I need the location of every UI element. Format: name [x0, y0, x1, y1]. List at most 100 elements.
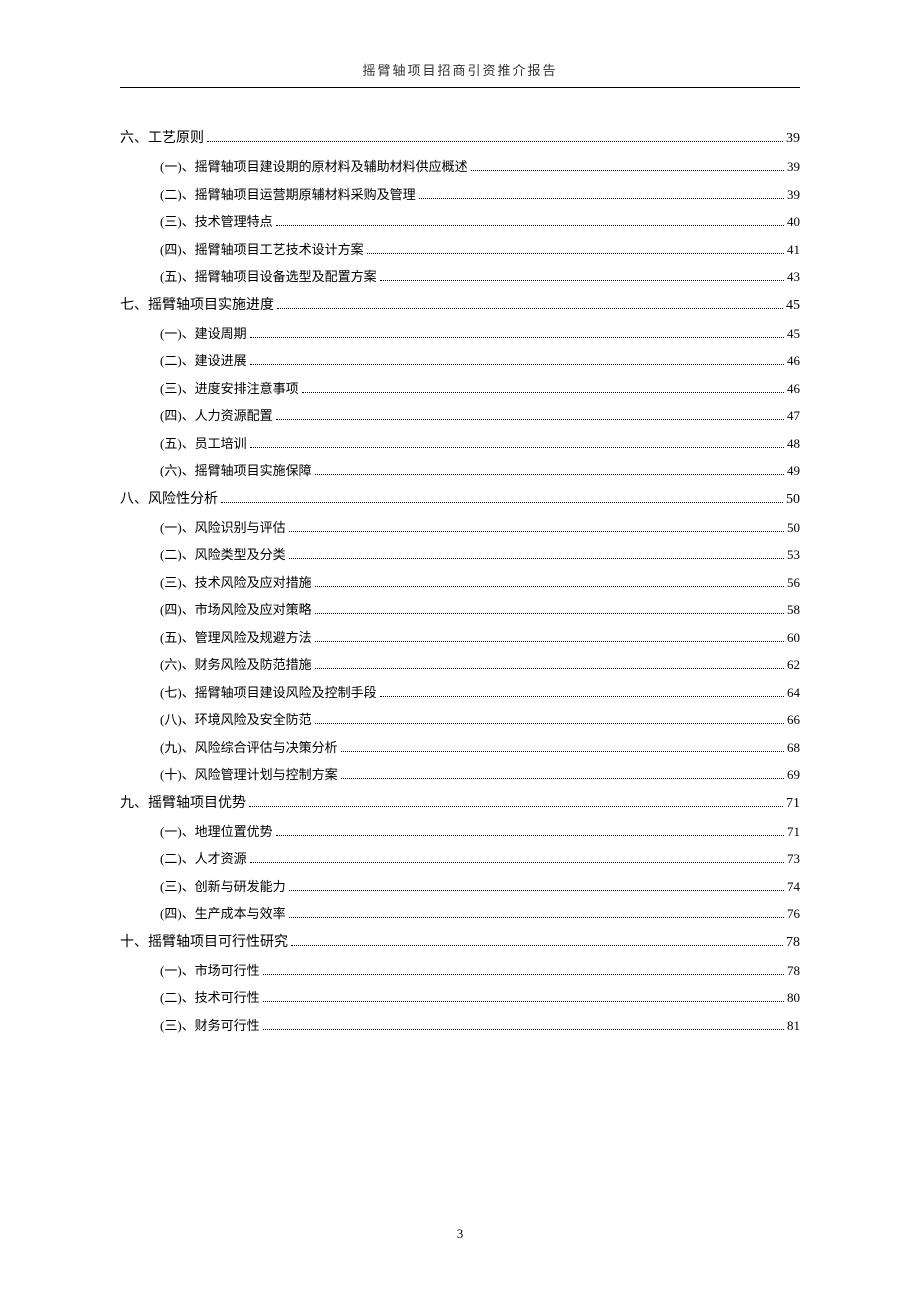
toc-entry-page: 80 — [787, 988, 800, 1008]
toc-leader-dots — [315, 474, 784, 475]
toc-entry-page: 45 — [787, 324, 800, 344]
toc-entry: 九、摇臂轴项目优势 71 — [120, 793, 800, 814]
toc-entry: (二)、摇臂轴项目运营期原辅材料采购及管理39 — [160, 185, 800, 205]
toc-leader-dots — [302, 392, 784, 393]
toc-leader-dots — [276, 419, 784, 420]
toc-entry-label: 十、摇臂轴项目可行性研究 — [120, 932, 288, 953]
toc-entry: (一)、地理位置优势71 — [160, 822, 800, 842]
toc-leader-dots — [276, 835, 784, 836]
toc-entry: (一)、摇臂轴项目建设期的原材料及辅助材料供应概述 39 — [160, 157, 800, 177]
toc-entry-label: (八)、环境风险及安全防范 — [160, 710, 312, 730]
toc-entry-label: 七、摇臂轴项目实施进度 — [120, 295, 274, 316]
toc-entry: (八)、环境风险及安全防范66 — [160, 710, 800, 730]
toc-entry-label: (七)、摇臂轴项目建设风险及控制手段 — [160, 683, 377, 703]
toc-leader-dots — [367, 253, 784, 254]
toc-leader-dots — [263, 974, 784, 975]
toc-entry: (六)、摇臂轴项目实施保障 49 — [160, 461, 800, 481]
toc-leader-dots — [341, 751, 784, 752]
toc-entry-label: 九、摇臂轴项目优势 — [120, 793, 246, 814]
toc-entry: 七、摇臂轴项目实施进度45 — [120, 295, 800, 316]
toc-entry: (二)、建设进展46 — [160, 351, 800, 371]
toc-leader-dots — [276, 225, 784, 226]
toc-entry-page: 39 — [787, 185, 800, 205]
toc-entry-page: 43 — [787, 267, 800, 287]
toc-entry: 六、工艺原则 39 — [120, 128, 800, 149]
toc-leader-dots — [249, 806, 783, 807]
toc-entry-page: 40 — [787, 212, 800, 232]
toc-leader-dots — [263, 1001, 784, 1002]
toc-entry-label: (四)、市场风险及应对策略 — [160, 600, 312, 620]
toc-leader-dots — [289, 917, 784, 918]
toc-entry-label: (三)、技术风险及应对措施 — [160, 573, 312, 593]
toc-entry: (二)、人才资源 73 — [160, 849, 800, 869]
toc-leader-dots — [291, 945, 783, 946]
page-header: 摇臂轴项目招商引资推介报告 — [120, 60, 800, 88]
toc-leader-dots — [277, 308, 783, 309]
toc-entry: (二)、技术可行性80 — [160, 988, 800, 1008]
table-of-contents: 六、工艺原则39(一)、摇臂轴项目建设期的原材料及辅助材料供应概述39(二)、摇… — [120, 128, 800, 1035]
toc-entry-page: 46 — [787, 351, 800, 371]
toc-leader-dots — [315, 613, 784, 614]
toc-entry-page: 56 — [787, 573, 800, 593]
toc-leader-dots — [289, 890, 784, 891]
toc-entry-page: 50 — [787, 518, 800, 538]
toc-entry-page: 48 — [787, 434, 800, 454]
toc-entry: (一)、风险识别与评估50 — [160, 518, 800, 538]
toc-entry-page: 71 — [786, 793, 800, 814]
toc-entry: (三)、技术风险及应对措施 56 — [160, 573, 800, 593]
toc-entry-label: (三)、创新与研发能力 — [160, 877, 286, 897]
toc-entry: (三)、创新与研发能力 74 — [160, 877, 800, 897]
toc-entry-label: (六)、摇臂轴项目实施保障 — [160, 461, 312, 481]
toc-entry: (一)、市场可行性 78 — [160, 961, 800, 981]
toc-entry: (一)、建设周期 45 — [160, 324, 800, 344]
toc-entry-label: (一)、市场可行性 — [160, 961, 260, 981]
toc-entry-page: 50 — [786, 489, 800, 510]
toc-entry-label: (五)、管理风险及规避方法 — [160, 628, 312, 648]
toc-entry-page: 74 — [787, 877, 800, 897]
toc-entry-label: 六、工艺原则 — [120, 128, 204, 149]
toc-leader-dots — [250, 337, 784, 338]
toc-entry-label: (二)、人才资源 — [160, 849, 247, 869]
toc-leader-dots — [289, 558, 784, 559]
toc-leader-dots — [419, 198, 784, 199]
toc-entry-page: 39 — [786, 128, 800, 149]
toc-entry-page: 41 — [787, 240, 800, 260]
toc-entry-label: (四)、生产成本与效率 — [160, 904, 286, 924]
toc-leader-dots — [315, 586, 784, 587]
toc-entry-label: (一)、摇臂轴项目建设期的原材料及辅助材料供应概述 — [160, 157, 468, 177]
toc-leader-dots — [289, 531, 784, 532]
toc-entry-label: (一)、建设周期 — [160, 324, 247, 344]
toc-entry-label: (五)、员工培训 — [160, 434, 247, 454]
toc-entry: (七)、摇臂轴项目建设风险及控制手段64 — [160, 683, 800, 703]
toc-entry-page: 49 — [787, 461, 800, 481]
toc-entry: (四)、摇臂轴项目工艺技术设计方案41 — [160, 240, 800, 260]
toc-entry-page: 73 — [787, 849, 800, 869]
toc-leader-dots — [315, 641, 784, 642]
toc-entry-label: (三)、技术管理特点 — [160, 212, 273, 232]
toc-leader-dots — [315, 723, 784, 724]
toc-entry-label: (九)、风险综合评估与决策分析 — [160, 738, 338, 758]
toc-entry: (五)、摇臂轴项目设备选型及配置方案43 — [160, 267, 800, 287]
toc-entry-label: (六)、财务风险及防范措施 — [160, 655, 312, 675]
toc-entry-page: 78 — [787, 961, 800, 981]
toc-leader-dots — [315, 668, 784, 669]
toc-entry: (九)、风险综合评估与决策分析68 — [160, 738, 800, 758]
toc-entry-page: 78 — [786, 932, 800, 953]
toc-entry: (三)、进度安排注意事项46 — [160, 379, 800, 399]
toc-leader-dots — [380, 696, 784, 697]
toc-entry: (十)、风险管理计划与控制方案69 — [160, 765, 800, 785]
toc-leader-dots — [250, 862, 784, 863]
toc-leader-dots — [221, 502, 783, 503]
toc-entry-page: 47 — [787, 406, 800, 426]
toc-entry-page: 62 — [787, 655, 800, 675]
toc-entry-page: 60 — [787, 628, 800, 648]
toc-entry-label: (三)、财务可行性 — [160, 1016, 260, 1036]
toc-entry: (四)、生产成本与效率76 — [160, 904, 800, 924]
toc-entry-label: (二)、风险类型及分类 — [160, 545, 286, 565]
toc-entry-page: 39 — [787, 157, 800, 177]
toc-entry-label: 八、风险性分析 — [120, 489, 218, 510]
toc-entry: (三)、技术管理特点 40 — [160, 212, 800, 232]
toc-leader-dots — [341, 778, 784, 779]
toc-entry: 十、摇臂轴项目可行性研究 78 — [120, 932, 800, 953]
toc-entry: (二)、风险类型及分类53 — [160, 545, 800, 565]
